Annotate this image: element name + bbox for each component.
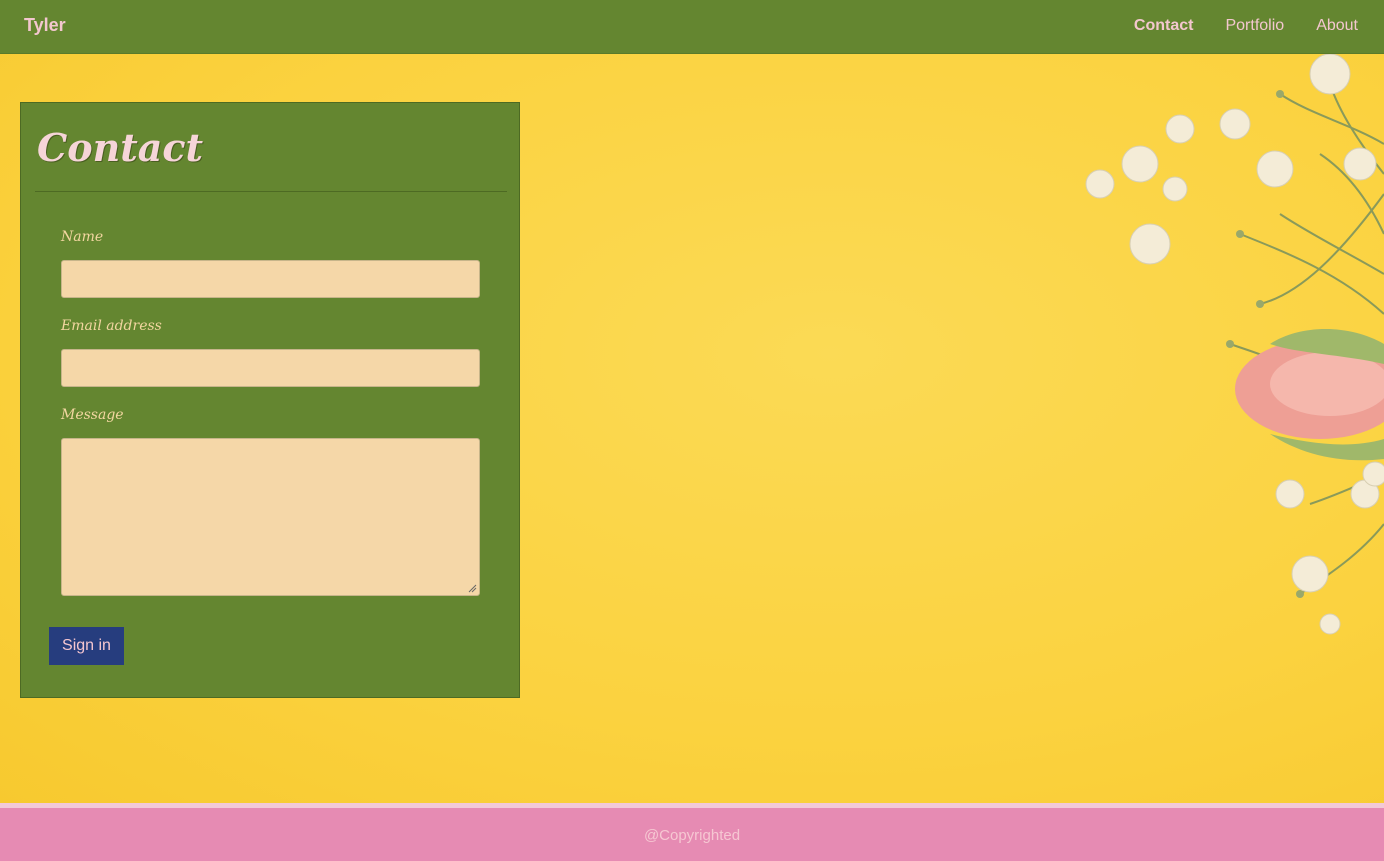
footer: @Copyrighted <box>0 808 1384 861</box>
nav-link-contact[interactable]: Contact <box>1134 17 1194 35</box>
contact-title: Contact <box>37 125 204 170</box>
brand-logo[interactable]: Tyler <box>24 15 66 36</box>
sign-in-button[interactable]: Sign in <box>49 627 124 665</box>
contact-card: Contact Name Email address Message Sign … <box>20 102 520 698</box>
title-divider <box>35 191 507 192</box>
message-label: Message <box>61 407 124 423</box>
flower-decoration <box>1085 54 1384 635</box>
nav-links: Contact Portfolio About <box>1134 17 1358 35</box>
nav-link-about[interactable]: About <box>1316 17 1358 35</box>
email-input[interactable] <box>61 349 480 387</box>
name-label: Name <box>61 229 104 245</box>
name-input[interactable] <box>61 260 480 298</box>
nav-link-portfolio[interactable]: Portfolio <box>1225 17 1284 35</box>
message-textarea[interactable] <box>61 438 480 596</box>
resize-grip-icon[interactable] <box>468 584 477 593</box>
email-label: Email address <box>61 318 162 334</box>
copyright-text: @Copyrighted <box>643 827 741 844</box>
top-navbar: Tyler Contact Portfolio About <box>0 0 1384 54</box>
